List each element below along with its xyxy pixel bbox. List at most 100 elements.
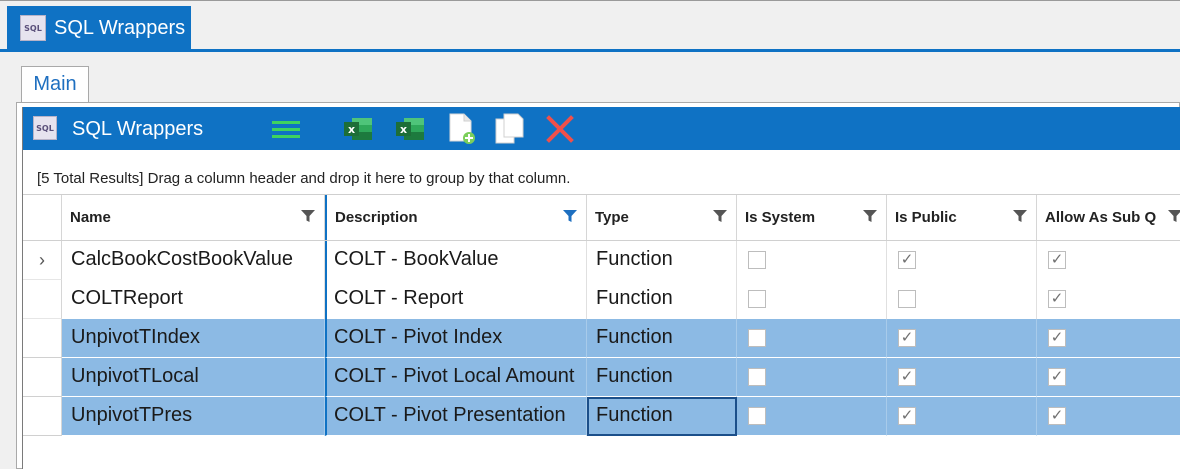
cell-description[interactable]: COLT - Pivot Index: [325, 319, 587, 358]
checkbox-unchecked[interactable]: [748, 368, 766, 386]
column-header-description[interactable]: Description: [325, 195, 587, 240]
cell-name[interactable]: UnpivotTPres: [62, 397, 325, 436]
row-indicator[interactable]: ›: [23, 241, 62, 280]
document-tab-strip: SQL SQL Wrappers: [0, 0, 1180, 56]
column-header-is-system[interactable]: Is System: [737, 195, 887, 240]
svg-text:x: x: [400, 123, 407, 136]
filter-icon[interactable]: [713, 209, 727, 223]
column-header-name[interactable]: Name: [62, 195, 325, 240]
document-tab-sql-wrappers[interactable]: SQL SQL Wrappers: [7, 6, 191, 50]
export-excel-all-button[interactable]: x: [393, 114, 427, 144]
cell-description[interactable]: COLT - BookValue: [325, 241, 587, 280]
copy-icon: [495, 113, 524, 144]
document-tab-title: SQL Wrappers: [54, 16, 186, 39]
delete-button[interactable]: [543, 114, 577, 144]
cell-type[interactable]: Function: [587, 241, 737, 280]
table-row[interactable]: COLTReport COLT - Report Function ✓: [23, 280, 1180, 319]
row-indicator-header: [23, 195, 62, 240]
new-document-icon: [449, 113, 475, 144]
grid-title: SQL Wrappers: [72, 118, 204, 140]
table-row[interactable]: UnpivotTLocal COLT - Pivot Local Amount Fu…: [23, 358, 1180, 397]
checkbox-checked[interactable]: ✓: [1048, 251, 1066, 269]
cell-description[interactable]: COLT - Pivot Local Amount: [325, 358, 587, 397]
checkbox-checked[interactable]: ✓: [898, 329, 916, 347]
cell-is-system[interactable]: [737, 280, 887, 319]
table-row[interactable]: › CalcBookCostBookValue COLT - BookValue Fu…: [23, 241, 1180, 280]
column-header-is-public[interactable]: Is Public: [887, 195, 1037, 240]
grid-toolbar: SQL SQL Wrappers x x: [23, 107, 1180, 150]
checkbox-checked[interactable]: ✓: [1048, 290, 1066, 308]
column-header-label: Is System: [745, 209, 816, 226]
export-excel-button[interactable]: x: [341, 114, 375, 144]
checkbox-unchecked[interactable]: [748, 251, 766, 269]
cell-is-public[interactable]: ✓: [887, 397, 1037, 436]
cell-type[interactable]: Function: [587, 358, 737, 397]
column-header-type[interactable]: Type: [587, 195, 737, 240]
cell-description[interactable]: COLT - Report: [325, 280, 587, 319]
column-header-label: Name: [70, 209, 111, 226]
cell-name[interactable]: UnpivotTLocal: [62, 358, 325, 397]
cell-is-system[interactable]: [737, 319, 887, 358]
copy-button[interactable]: [493, 113, 527, 144]
row-indicator[interactable]: [23, 319, 62, 358]
hamburger-icon: [272, 121, 300, 138]
group-by-panel[interactable]: [5 Total Results] Drag a column header a…: [23, 150, 1180, 195]
checkbox-unchecked[interactable]: [748, 329, 766, 347]
filter-icon[interactable]: [1168, 209, 1180, 223]
cell-is-public[interactable]: ✓: [887, 241, 1037, 280]
delete-x-icon: [546, 115, 574, 143]
cell-is-public[interactable]: ✓: [887, 358, 1037, 397]
cell-type[interactable]: Function: [587, 319, 737, 358]
cell-is-system[interactable]: [737, 358, 887, 397]
row-indicator[interactable]: [23, 358, 62, 397]
tab-main[interactable]: Main: [21, 66, 89, 102]
cell-type[interactable]: Function: [587, 397, 737, 436]
new-button[interactable]: [445, 113, 479, 144]
row-indicator[interactable]: [23, 280, 62, 319]
table-row[interactable]: UnpivotTIndex COLT - Pivot Index Function ✓…: [23, 319, 1180, 358]
checkbox-checked[interactable]: ✓: [898, 368, 916, 386]
filter-icon[interactable]: [863, 209, 877, 223]
filter-active-icon[interactable]: [563, 209, 577, 223]
excel-icon: x: [396, 118, 424, 140]
cell-allow-sub[interactable]: ✓: [1037, 280, 1180, 319]
checkbox-checked[interactable]: ✓: [1048, 329, 1066, 347]
data-grid: SQL SQL Wrappers x x [5 Total Results] D…: [22, 107, 1180, 469]
table-row[interactable]: UnpivotTPres COLT - Pivot Presentation Fun…: [23, 397, 1180, 436]
filter-icon[interactable]: [1013, 209, 1027, 223]
checkbox-checked[interactable]: ✓: [1048, 368, 1066, 386]
cell-name[interactable]: COLTReport: [62, 280, 325, 319]
column-header-label: Type: [595, 209, 629, 226]
sql-icon: SQL: [20, 15, 46, 41]
menu-button[interactable]: [269, 114, 303, 144]
sql-icon: SQL: [33, 116, 57, 140]
cell-name[interactable]: UnpivotTIndex: [62, 319, 325, 358]
grid-header-row: Name Description Type Is System Is Publi…: [23, 195, 1180, 241]
svg-text:x: x: [348, 123, 355, 136]
checkbox-unchecked[interactable]: [748, 290, 766, 308]
cell-type[interactable]: Function: [587, 280, 737, 319]
cell-allow-sub[interactable]: ✓: [1037, 319, 1180, 358]
cell-is-public[interactable]: [887, 280, 1037, 319]
filter-icon[interactable]: [301, 209, 315, 223]
cell-allow-sub[interactable]: ✓: [1037, 241, 1180, 280]
cell-name[interactable]: CalcBookCostBookValue: [62, 241, 325, 280]
checkbox-checked[interactable]: ✓: [898, 407, 916, 425]
column-header-label: Allow As Sub Q: [1045, 209, 1157, 226]
document-tab-underline: [0, 49, 1180, 52]
cell-is-public[interactable]: ✓: [887, 319, 1037, 358]
cell-is-system[interactable]: [737, 397, 887, 436]
row-indicator[interactable]: [23, 397, 62, 436]
checkbox-checked[interactable]: ✓: [1048, 407, 1066, 425]
column-header-allow-as-sub-query[interactable]: Allow As Sub Q: [1037, 195, 1180, 240]
checkbox-checked[interactable]: ✓: [898, 251, 916, 269]
column-header-label: Description: [335, 209, 418, 226]
cell-is-system[interactable]: [737, 241, 887, 280]
cell-allow-sub[interactable]: ✓: [1037, 397, 1180, 436]
cell-description[interactable]: COLT - Pivot Presentation: [325, 397, 587, 436]
column-header-label: Is Public: [895, 209, 957, 226]
checkbox-unchecked[interactable]: [748, 407, 766, 425]
checkbox-unchecked[interactable]: [898, 290, 916, 308]
excel-icon: x: [344, 118, 372, 140]
cell-allow-sub[interactable]: ✓: [1037, 358, 1180, 397]
